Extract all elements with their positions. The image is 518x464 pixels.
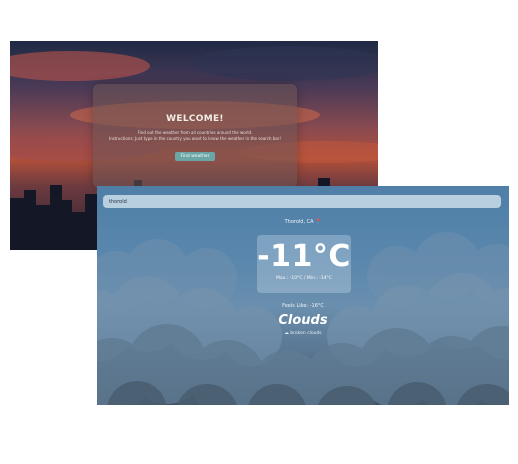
welcome-card: WELCOME! Find out the weather from all c… xyxy=(93,84,297,188)
temperature-range: Max.: -10°C / Min.: -14°C xyxy=(276,276,332,281)
weather-condition: Clouds xyxy=(278,313,328,328)
sunset-cloud xyxy=(10,51,150,81)
search-input[interactable] xyxy=(103,195,501,208)
condition-detail-text: broken clouds xyxy=(290,331,322,336)
location-label: Thorold, CA 📍 xyxy=(97,219,509,225)
weather-screenshot: Thorold, CA 📍 -11°C Max.: -10°C / Min.: … xyxy=(97,186,509,405)
temperature-card: -11°C Max.: -10°C / Min.: -14°C xyxy=(257,235,351,293)
welcome-subtitle: Find out the weather from all countries … xyxy=(93,130,297,142)
feels-like: Feels Like: -16°C xyxy=(282,303,324,309)
condition-detail: ☁ broken clouds xyxy=(97,331,509,336)
location-text: Thorold, CA xyxy=(284,219,314,225)
find-weather-button[interactable]: Find weather xyxy=(175,152,215,161)
welcome-subtitle-line2: Instructions: Just type in the country y… xyxy=(108,136,282,141)
cloud-icon: ☁ xyxy=(284,331,289,336)
location-pin-icon: 📍 xyxy=(315,219,322,225)
welcome-title: WELCOME! xyxy=(166,114,224,124)
temperature-value: -11°C xyxy=(257,239,351,274)
sunset-cloud xyxy=(190,46,378,81)
